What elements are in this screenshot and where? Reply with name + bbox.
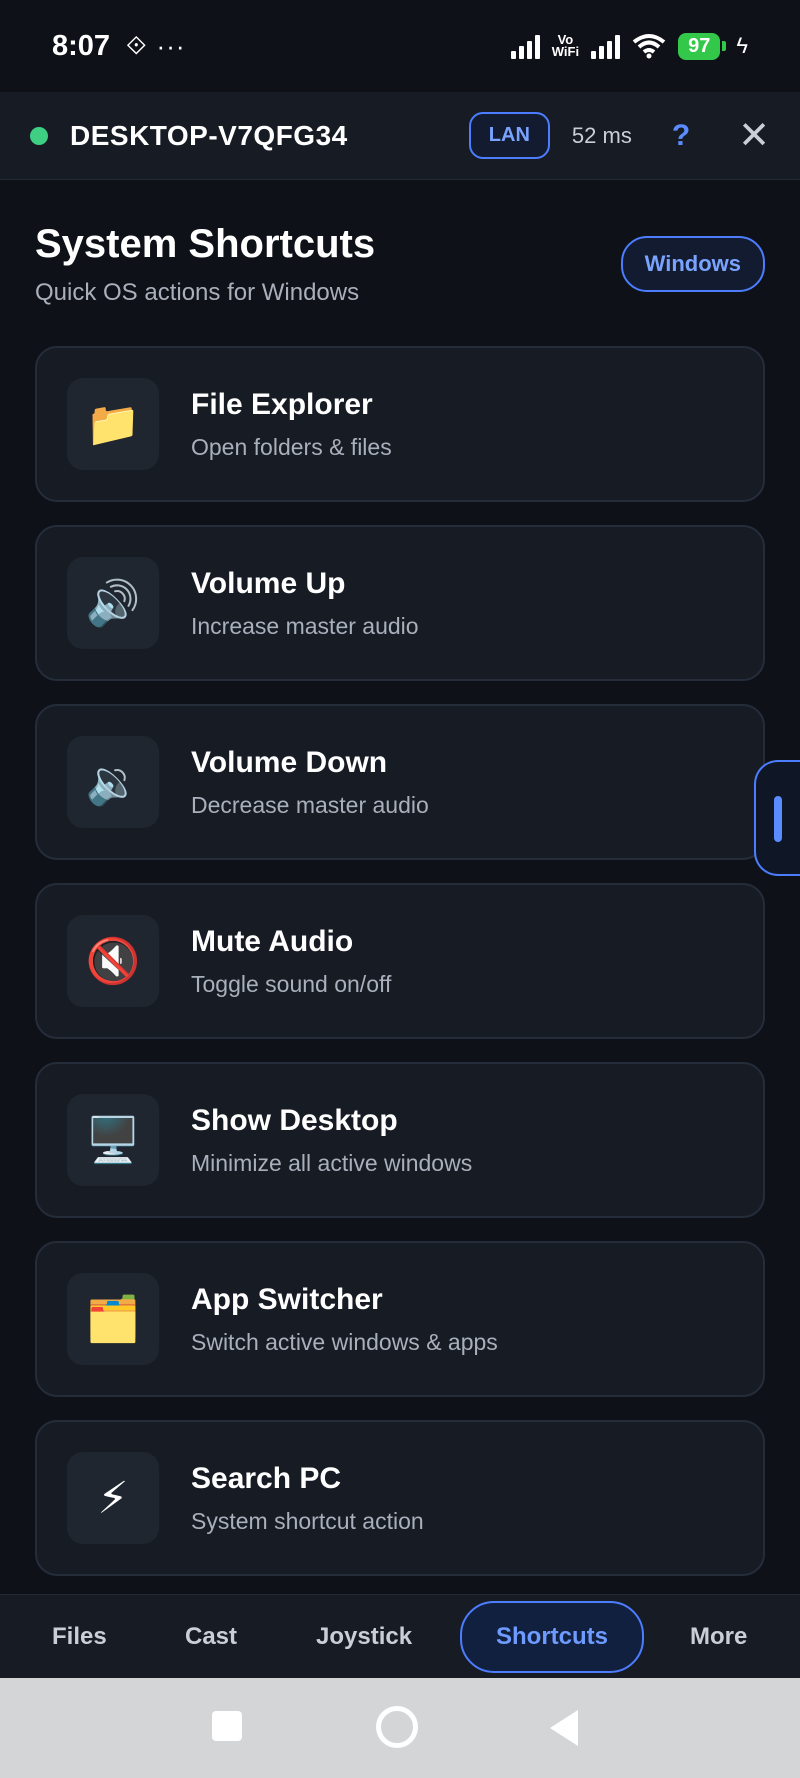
charging-icon: ϟ — [736, 33, 748, 58]
shortcut-title: Volume Down — [191, 745, 388, 779]
tab-more[interactable]: More — [690, 1623, 747, 1651]
shortcut-description: Switch active windows & apps — [191, 1328, 498, 1355]
shortcut-app-switcher[interactable]: 🗂️ App Switcher Switch active windows & … — [35, 1241, 765, 1397]
shortcut-title: App Switcher — [191, 1282, 383, 1316]
speaker-loud-icon: 🔊 — [67, 557, 159, 649]
shortcut-list: 📁 File Explorer Open folders & files 🔊 V… — [35, 346, 765, 1599]
shortcut-show-desktop[interactable]: 🖥️ Show Desktop Minimize all active wind… — [35, 1062, 765, 1218]
shortcut-title: Show Desktop — [191, 1103, 398, 1137]
tab-joystick[interactable]: Joystick — [316, 1623, 412, 1651]
title-section: System Shortcuts Quick OS actions for Wi… — [35, 222, 375, 307]
folder-icon: 📁 — [67, 378, 159, 470]
more-notifications-icon: ··· — [156, 30, 186, 61]
shortcut-description: Toggle sound on/off — [191, 970, 392, 997]
card-index-dividers-icon: 🗂️ — [67, 1273, 159, 1365]
bottom-navigation: Files Cast Joystick Shortcuts More — [0, 1594, 800, 1678]
shortcut-title: Search PC — [191, 1461, 342, 1495]
side-drawer-handle[interactable] — [754, 760, 800, 876]
page-title: System Shortcuts — [35, 222, 376, 266]
connection-status-dot — [30, 126, 48, 145]
latency-label: 52 ms — [571, 122, 632, 148]
shortcut-title: File Explorer — [191, 387, 373, 421]
status-right: Vo WiFi 97 ϟ — [510, 32, 748, 60]
hostname-label: DESKTOP-V7QFG34 — [70, 119, 348, 151]
shortcut-description: Minimize all active windows — [191, 1149, 473, 1176]
shortcut-volume-down[interactable]: 🔉 Volume Down Decrease master audio — [35, 704, 765, 860]
speaker-muted-icon: 🔇 — [67, 915, 159, 1007]
shortcut-volume-up[interactable]: 🔊 Volume Up Increase master audio — [35, 525, 765, 681]
tab-cast[interactable]: Cast — [185, 1623, 237, 1651]
tab-shortcuts[interactable]: Shortcuts — [460, 1600, 645, 1673]
page-subtitle: Quick OS actions for Windows — [35, 279, 360, 306]
shortcut-mute-audio[interactable]: 🔇 Mute Audio Toggle sound on/off — [35, 883, 765, 1039]
shortcut-description: System shortcut action — [191, 1507, 424, 1534]
shortcut-search-pc[interactable]: ⚡ Search PC System shortcut action — [35, 1420, 765, 1576]
close-button[interactable]: ✕ — [738, 117, 770, 155]
app-notification-icon: ⟐ — [126, 30, 147, 60]
shortcut-title: Volume Up — [191, 566, 346, 600]
cell-signal-icon — [510, 33, 540, 59]
shortcut-file-explorer[interactable]: 📁 File Explorer Open folders & files — [35, 346, 765, 502]
connection-header: DESKTOP-V7QFG34 LAN 52 ms ? ✕ — [0, 92, 800, 180]
network-type-badge: LAN — [468, 112, 550, 159]
system-navigation-bar — [0, 1678, 800, 1778]
shortcut-description: Open folders & files — [191, 433, 392, 460]
status-time: 8:07 — [52, 29, 111, 62]
battery-icon: 97 — [678, 32, 727, 60]
vowifi-bottom: WiFi — [551, 44, 580, 59]
desktop-computer-icon: 🖥️ — [67, 1094, 159, 1186]
recents-button-icon[interactable] — [212, 1711, 242, 1741]
shortcut-title: Mute Audio — [191, 924, 354, 958]
vowifi-icon: Vo WiFi — [551, 33, 580, 59]
help-button[interactable]: ? — [672, 119, 690, 153]
home-button-icon[interactable] — [376, 1706, 418, 1748]
connection-controls: LAN 52 ms ? ✕ — [468, 112, 770, 159]
speaker-low-icon: 🔉 — [67, 736, 159, 828]
tab-files[interactable]: Files — [52, 1623, 107, 1651]
shortcut-description: Decrease master audio — [191, 791, 429, 818]
wifi-icon — [632, 34, 666, 59]
lightning-icon: ⚡ — [67, 1452, 159, 1544]
status-bar: 8:07 ⟐ ··· Vo WiFi 97 ϟ — [0, 0, 800, 92]
shortcut-description: Increase master audio — [191, 612, 419, 639]
back-button-icon[interactable] — [550, 1710, 578, 1746]
os-selector-button[interactable]: Windows — [620, 236, 765, 292]
cell-signal-2-icon — [591, 33, 621, 59]
